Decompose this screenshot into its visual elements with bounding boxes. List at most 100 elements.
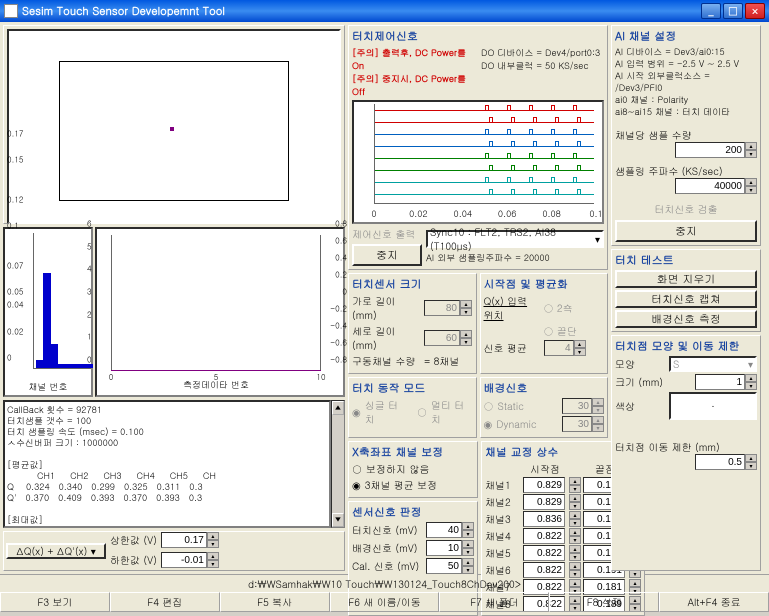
cal-start-spinner[interactable]: ▴▾ (569, 477, 581, 493)
cal-start-input[interactable] (523, 477, 565, 493)
qx-opt2: ○ 끝단 (544, 324, 577, 338)
ctrl-output-label: 제어신호 출력 (352, 227, 422, 241)
avg-input (544, 340, 574, 356)
shape-size-spinner[interactable]: ▴▾ (745, 374, 757, 390)
bg-static: ○ Static ▴▾ (484, 398, 605, 414)
f3-key[interactable]: F3 보기 (0, 592, 110, 612)
per-ch-spinner[interactable]: ▴▾ (745, 142, 757, 158)
cal-row-label: 채널2 (485, 495, 521, 509)
move-limit-spinner[interactable]: ▴▾ (745, 454, 757, 470)
cal-start-spinner[interactable]: ▴▾ (569, 545, 581, 561)
move-limit-label: 터치점 이동 제한 (mm) (615, 440, 757, 454)
shape-size-input[interactable] (695, 374, 745, 390)
per-ch-input[interactable] (675, 142, 745, 158)
size-title: 터치센서 크기 (352, 277, 473, 292)
f6-key[interactable]: F6 새 이름/이동 (330, 592, 440, 612)
avg-label: 신호 평균 (484, 341, 540, 355)
freq-spinner[interactable]: ▴▾ (745, 178, 757, 194)
window-title: Sesim Touch Sensor Developemnt Tool (22, 4, 225, 19)
bar-chart-xlabel: 채널 번호 (5, 380, 91, 393)
ai-stop-button[interactable]: 중지 (615, 220, 757, 242)
cal-start-spinner[interactable]: ▴▾ (569, 511, 581, 527)
ai-title: AI 채널 설정 (615, 29, 757, 44)
qx-opt1: ○ 2쇽 (544, 301, 573, 315)
caution-off: [주의] 중지시, DC Power를 Off (352, 72, 475, 98)
per-ch-label: 채널당 샘플 수량 (615, 128, 757, 142)
init-title: 시작점 및 평균화 (484, 277, 605, 292)
drive-ch-label: 구동채널 수량 (352, 354, 420, 368)
cal-thr-input[interactable] (426, 558, 462, 574)
shape-title: 터치점 모양 및 이동 제한 (615, 339, 757, 354)
do-device-label: DO 디바이스 = Dev4/port0:3 (481, 46, 604, 59)
bg-title: 배경신호 (484, 381, 605, 396)
lower-limit-spinner[interactable]: ▴▾ (207, 552, 219, 568)
footer-path: d:\WSamhak\W10 Touch\W130124_Touch8ChDev… (0, 574, 769, 592)
xcorr-opt1[interactable]: ○ 보정하지 않음 (352, 462, 474, 476)
cal-row-label: 채널5 (485, 546, 521, 560)
shape-size-label: 크기 (mm) (615, 375, 665, 389)
cal-start-spinner[interactable]: ▴▾ (569, 528, 581, 544)
touch-thr-spinner[interactable]: ▴▾ (462, 522, 474, 538)
upper-limit-spinner[interactable]: ▴▾ (207, 532, 219, 548)
upper-limit-input[interactable] (161, 532, 207, 548)
xcorr-title: X축좌표 채널 보정 (352, 445, 474, 460)
do-clock-label: DO 내부클럭 = 50 KS/sec (481, 59, 604, 72)
sig-stop-button[interactable]: 중지 (352, 244, 422, 266)
cal-start-spinner[interactable]: ▴▾ (569, 494, 581, 510)
clear-screen-button[interactable]: 화면 지우기 (615, 270, 757, 288)
shape-select: S▾ (669, 356, 757, 372)
threshold-panel: ΔQ(x) + ΔQ'(x) ▾ 상한값 (V) ▴▾ 하한값 (V) ▴▾ (3, 531, 345, 571)
cal-start-input[interactable] (523, 545, 565, 561)
measure-bg-button[interactable]: 배경신호 측정 (615, 310, 757, 328)
cal-row-label: 채널4 (485, 529, 521, 543)
bg-thr-spinner[interactable]: ▴▾ (462, 540, 474, 556)
bg-thr-input[interactable] (426, 540, 462, 556)
log-scrollbar[interactable]: ▲▼ (331, 400, 345, 528)
lower-limit-input[interactable] (161, 552, 207, 568)
close-button[interactable]: × (745, 3, 765, 19)
f4-key[interactable]: F4 편집 (110, 592, 220, 612)
f8-key[interactable]: F8 삭제 (549, 592, 659, 612)
measurement-line-chart: 측정데이타 번호 0123456-0.8-0.6-0.4-0.200.20.40… (95, 227, 345, 397)
bg-thr-label: 배경신호 (mV) (352, 541, 422, 555)
ai-ai8: ai8~ai15 채널 : 터치 데이타 (615, 106, 757, 118)
bg-dynamic-input (562, 416, 592, 432)
move-limit-input[interactable] (695, 454, 745, 470)
data-log: CallBack 횟수 = 92781 터치샘플 갯수 = 100 터치 샘플링… (3, 400, 331, 528)
cal-start-input[interactable] (523, 528, 565, 544)
cal-thr-spinner[interactable]: ▴▾ (462, 558, 474, 574)
freq-input[interactable] (675, 178, 745, 194)
dq-combo[interactable]: ΔQ(x) + ΔQ'(x) ▾ (6, 543, 106, 559)
cal-start-input[interactable] (523, 511, 565, 527)
control-signal-chart: 00.020.040.060.080.1 (352, 100, 604, 224)
maximize-button[interactable]: □ (723, 3, 743, 19)
xcorr-opt2[interactable]: ◉ 3채널 평균 보정 (352, 478, 474, 492)
bg-static-input (562, 398, 592, 414)
sig-title: 터치제어신호 (352, 29, 604, 44)
touch-thr-input[interactable] (426, 522, 462, 538)
mode-title: 터치 동작 모드 (352, 381, 473, 396)
cal-row-label: 채널6 (485, 563, 521, 577)
height-label: 세로 길이 (mm) (352, 324, 420, 352)
footer-fkeys: F3 보기 F4 편집 F5 복사 F6 새 이름/이동 F7 새 폴더 F8 … (0, 592, 769, 612)
height-input (424, 330, 460, 346)
altf4-key[interactable]: Alt+F4 종료 (659, 592, 769, 612)
height-spinner: ▴▾ (460, 330, 472, 346)
cal-start-input[interactable] (523, 562, 565, 578)
touch-point-marker (170, 127, 174, 131)
cal-start-spinner[interactable]: ▴▾ (569, 562, 581, 578)
capture-touch-button[interactable]: 터치신호 캡쳐 (615, 290, 757, 308)
cal-start-input[interactable] (523, 494, 565, 510)
mode-single: ◉ 싱글 터치 ○ 멀티 터치 (352, 398, 473, 426)
f7-key[interactable]: F7 새 폴더 (439, 592, 549, 612)
minimize-button[interactable]: _ (701, 3, 721, 19)
shape-color-preview[interactable]: · (669, 392, 757, 420)
caution-on: [주의] 출력후, DC Power를 On (352, 46, 475, 72)
sync-select[interactable]: Sync10 : FLT2, TRS2, AI38 (T100μs)▾ (426, 230, 604, 248)
app-icon (4, 4, 18, 18)
f5-key[interactable]: F5 복사 (220, 592, 330, 612)
bg-dynamic: ◉ Dynamic ▴▾ (484, 416, 605, 432)
lower-limit-label: 하한값 (V) (110, 553, 157, 567)
drive-ch-value: = 8채널 (424, 354, 459, 368)
width-spinner: ▴▾ (460, 300, 472, 316)
